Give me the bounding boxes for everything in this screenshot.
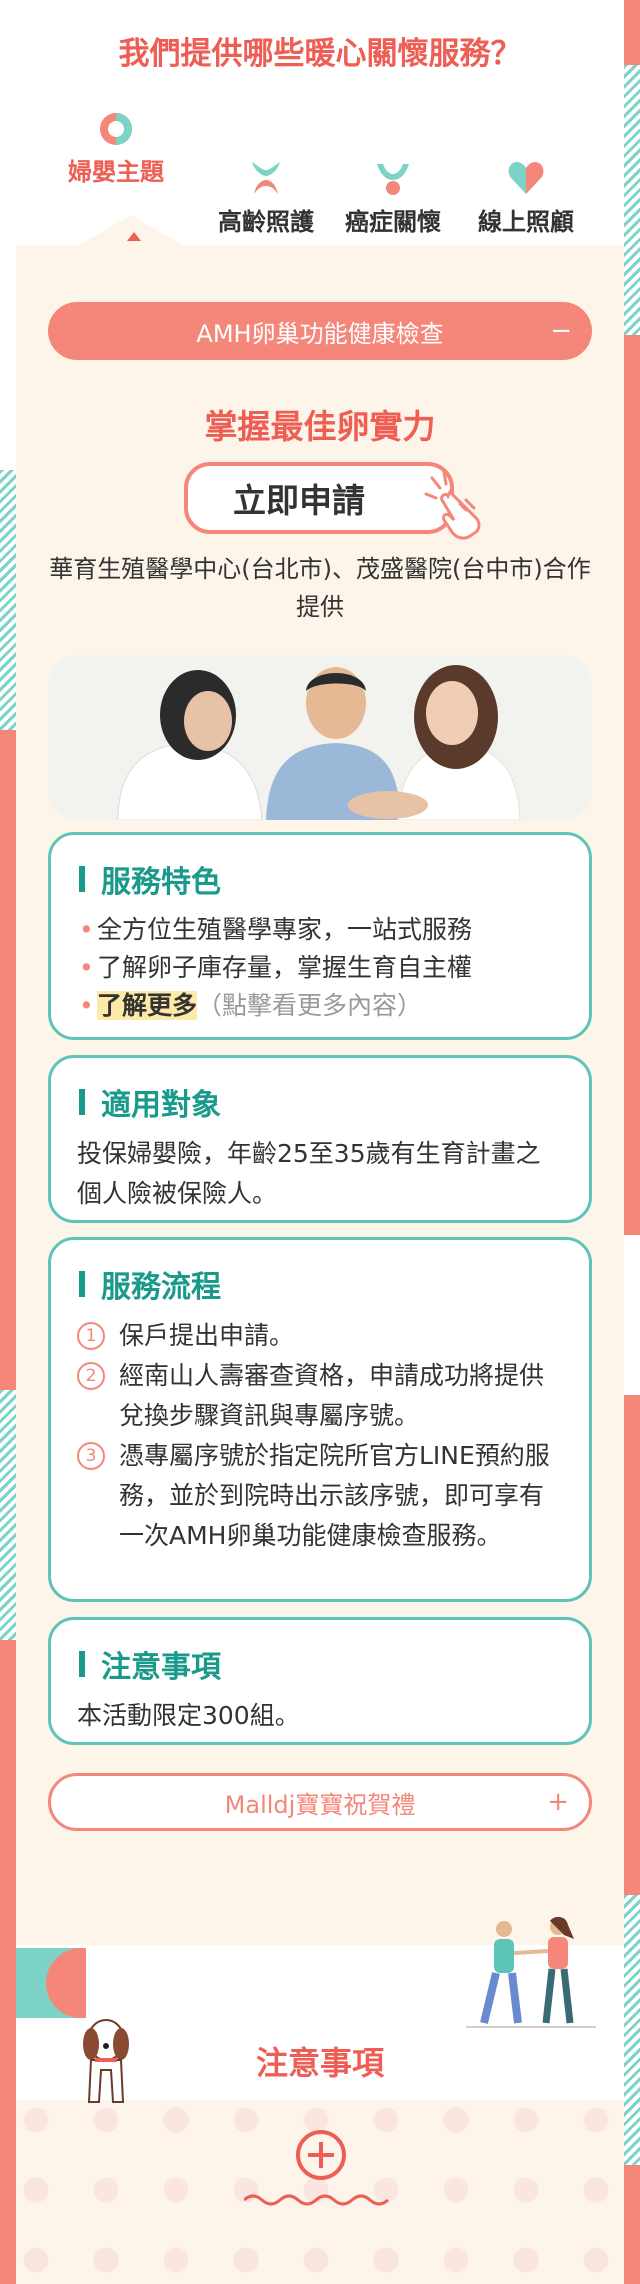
- doctor-couple-illustration: [48, 655, 592, 820]
- side-strip: [624, 1395, 640, 1895]
- process-card: 服務流程 1 保戶提出申請。 2 經南山人壽審查資格，申請成功將提供兌換步驟資訊…: [48, 1237, 592, 1602]
- side-strip: [0, 470, 16, 730]
- tab-cancer-care[interactable]: 癌症關懷: [338, 158, 448, 237]
- side-strip: [624, 1895, 640, 2165]
- heading-bar: [79, 1651, 85, 1677]
- bottom-notes-title: 注意事項: [255, 2044, 384, 2082]
- expand-notes-icon[interactable]: [296, 2130, 346, 2180]
- tab-elder-care[interactable]: 高齡照護: [211, 158, 321, 237]
- list-item: 了解卵子庫存量，掌握生育自主權: [77, 949, 563, 987]
- side-strip: [0, 730, 16, 1390]
- main-content: 我們提供哪些暖心關懷服務？ 婦嬰主題 高齡照護 癌症關懷 線上照顧 AMH卵巢功…: [16, 0, 624, 2284]
- heading-bar: [79, 866, 85, 892]
- side-strip: [624, 1235, 640, 1395]
- mother-baby-icon: [100, 113, 132, 145]
- step-number: 2: [77, 1362, 105, 1390]
- side-strip: [0, 0, 16, 470]
- accordion-baby-gift[interactable]: Malldj寶寶祝賀禮 +: [48, 1773, 592, 1831]
- side-strip: [624, 0, 640, 65]
- step-number: 1: [77, 1322, 105, 1350]
- apply-button-label: 立即申請: [233, 481, 365, 520]
- step-text: 保戶提出申請。: [119, 1321, 295, 1350]
- step-number: 3: [77, 1442, 105, 1470]
- apply-button[interactable]: 立即申請: [184, 462, 454, 534]
- headline: 掌握最佳卵實力: [204, 407, 436, 446]
- side-strip: [0, 1640, 16, 2284]
- process-step: 2 經南山人壽審查資格，申請成功將提供兌換步驟資訊與專屬序號。: [77, 1356, 563, 1436]
- process-title: 服務流程: [101, 1270, 221, 1305]
- learn-more-link[interactable]: 了解更多: [97, 991, 198, 1020]
- page-title: 我們提供哪些暖心關懷服務？: [118, 36, 522, 72]
- learn-more-hint: （點擊看更多內容）: [197, 991, 423, 1020]
- step-text: 憑專屬序號於指定院所官方LINE預約服務，並於到院時出示該序號，即可享有一次AM…: [119, 1441, 550, 1550]
- accordion-amh-check[interactable]: AMH卵巢功能健康檢查 −: [48, 302, 592, 360]
- tab-label: 婦嬰主題: [68, 158, 164, 186]
- features-title: 服務特色: [101, 865, 221, 900]
- process-heading: 服務流程: [77, 1262, 563, 1306]
- notes-title: 注意事項: [101, 1650, 221, 1685]
- features-card: 服務特色 全方位生殖醫學專家，一站式服務 了解卵子庫存量，掌握生育自主權 了解更…: [48, 832, 592, 1040]
- eligibility-title: 適用對象: [101, 1088, 221, 1123]
- expand-icon[interactable]: +: [547, 1787, 569, 1817]
- heading-bar: [79, 1271, 85, 1297]
- side-strip: [0, 1390, 16, 1640]
- notes-heading: 注意事項: [77, 1642, 563, 1686]
- side-strip: [624, 2165, 640, 2284]
- side-strip: [624, 335, 640, 1235]
- list-item: 了解更多（點擊看更多內容）: [77, 987, 563, 1025]
- consultation-photo: [48, 655, 592, 820]
- process-step: 3 憑專屬序號於指定院所官方LINE預約服務，並於到院時出示該序號，即可享有一次…: [77, 1436, 563, 1556]
- collapse-icon[interactable]: −: [550, 316, 572, 346]
- step-text: 經南山人壽審查資格，申請成功將提供兌換步驟資訊與專屬序號。: [119, 1361, 545, 1430]
- accordion-title: Malldj寶寶祝賀禮: [224, 1790, 416, 1819]
- walking-couple-illustration: [466, 1916, 596, 2028]
- eligibility-card: 適用對象 投保婦嬰險，年齡25至35歲有生育計畫之個人險被保險人。: [48, 1055, 592, 1223]
- tab-mother-baby[interactable]: 婦嬰主題: [56, 110, 176, 187]
- partner-text: 華育生殖醫學中心(台北市)、茂盛醫院(台中市)合作提供: [49, 555, 591, 621]
- category-tabs: 婦嬰主題 高齡照護 癌症關懷 線上照顧: [56, 110, 604, 240]
- features-list: 全方位生殖醫學專家，一站式服務 了解卵子庫存量，掌握生育自主權 了解更多（點擊看…: [77, 911, 563, 1025]
- heading-bar: [79, 1089, 85, 1115]
- pointing-hand-icon: [424, 470, 481, 540]
- elder-care-icon: [252, 162, 280, 194]
- tab-online-care[interactable]: 線上照顧: [466, 158, 586, 237]
- tab-label: 癌症關懷: [345, 208, 441, 236]
- list-item: 全方位生殖醫學專家，一站式服務: [77, 911, 563, 949]
- heart-icon: [508, 162, 544, 194]
- accordion-title: AMH卵巢功能健康檢查: [196, 319, 444, 348]
- process-steps: 1 保戶提出申請。 2 經南山人壽審查資格，申請成功將提供兌換步驟資訊與專屬序號…: [77, 1316, 563, 1556]
- wave-decoration: [244, 2194, 389, 2206]
- eligibility-text: 投保婦嬰險，年齡25至35歲有生育計畫之個人險被保險人。: [77, 1139, 541, 1208]
- notes-card: 注意事項 本活動限定300組。: [48, 1617, 592, 1745]
- tab-label: 線上照顧: [478, 208, 574, 236]
- notes-text: 本活動限定300組。: [77, 1701, 300, 1730]
- cancer-care-icon: [377, 164, 409, 195]
- features-heading: 服務特色: [77, 857, 563, 901]
- process-step: 1 保戶提出申請。: [77, 1316, 563, 1356]
- side-strip: [624, 65, 640, 335]
- eligibility-heading: 適用對象: [77, 1080, 563, 1124]
- tab-label: 高齡照護: [218, 208, 314, 236]
